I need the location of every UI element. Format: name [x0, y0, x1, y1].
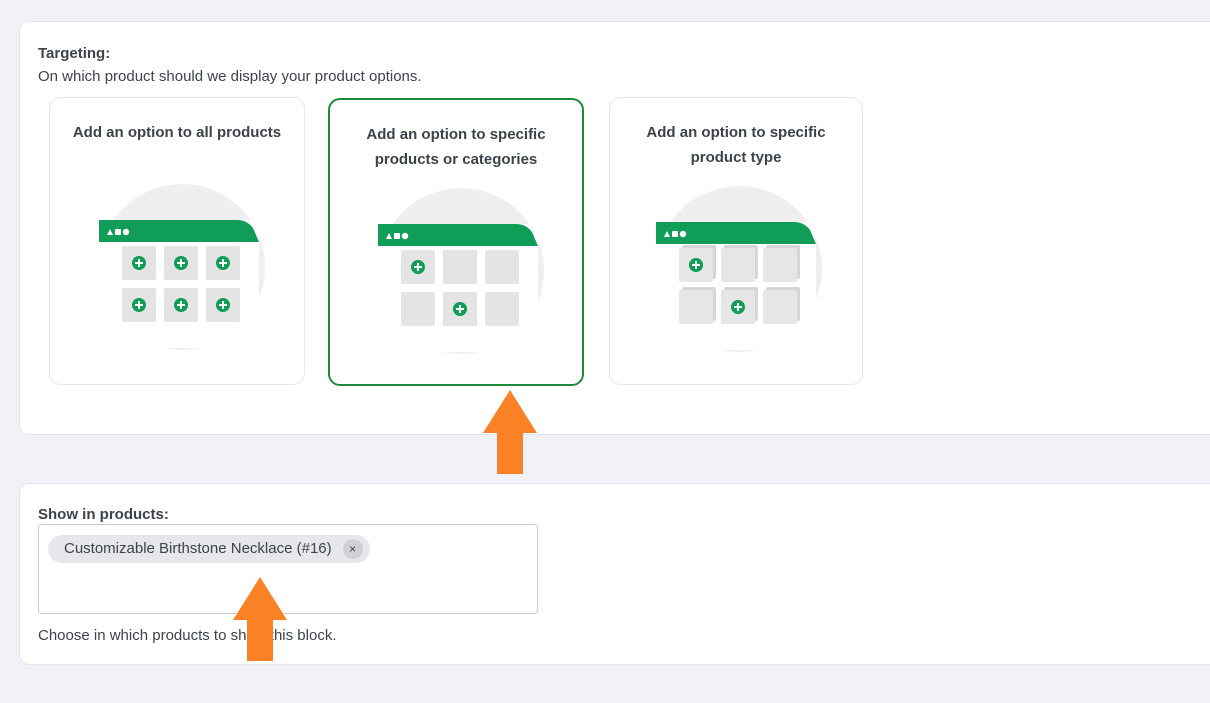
specific-products-grid-illustration [378, 188, 544, 354]
show-in-products-help: Choose in which products to show this bl… [38, 627, 337, 644]
remove-tag-icon[interactable]: × [342, 539, 363, 559]
option-card-product-type[interactable]: Add an option to specific product type [609, 97, 863, 385]
option-card-title: Add an option to specific product type [646, 124, 826, 166]
all-products-grid-illustration [99, 184, 265, 350]
show-in-products-panel: Show in products: Customizable Birthston… [19, 483, 1210, 665]
option-card-title: Add an option to specific products or ca… [366, 126, 546, 168]
option-card-title: Add an option to all products [72, 124, 282, 141]
selected-product-tag: Customizable Birthstone Necklace (#16) × [48, 535, 370, 563]
show-in-products-label: Show in products: [38, 506, 169, 523]
targeting-description: On which product should we display your … [38, 68, 422, 85]
product-select-input[interactable]: Customizable Birthstone Necklace (#16) × [38, 524, 538, 614]
arrow-up-icon [233, 577, 287, 661]
targeting-label: Targeting: [38, 45, 111, 62]
arrow-up-icon [483, 390, 537, 474]
selected-product-tag-label: Customizable Birthstone Necklace (#16) [64, 540, 332, 557]
targeting-panel: Targeting: On which product should we di… [19, 21, 1210, 435]
product-type-grid-illustration [656, 186, 822, 352]
option-card-all-products[interactable]: Add an option to all products [49, 97, 305, 385]
option-card-specific-products[interactable]: Add an option to specific products or ca… [328, 98, 584, 386]
